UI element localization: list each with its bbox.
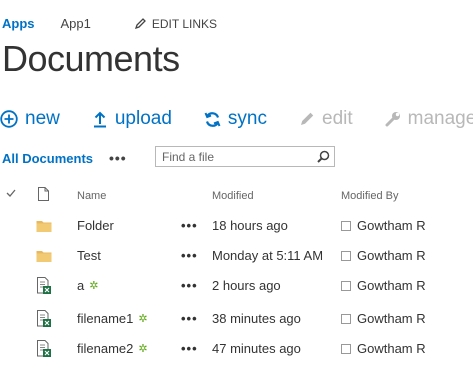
item-modified: 2 hours ago	[212, 278, 281, 293]
new-item-icon: ✲	[89, 280, 99, 292]
apps-link[interactable]: Apps	[2, 16, 35, 31]
list-header: Name Modified Modified By	[0, 187, 473, 204]
modified-by-name[interactable]: Gowtham R	[357, 276, 426, 296]
table-row[interactable]: filename1 ✲ ••• 38 minutes ago Gowtham R	[0, 309, 473, 339]
presence-indicator	[341, 314, 351, 324]
all-documents-view[interactable]: All Documents	[2, 151, 93, 166]
item-menu-button[interactable]: •••	[181, 246, 198, 266]
item-modified-by[interactable]: Gowtham R	[341, 246, 426, 266]
upload-button[interactable]: upload	[92, 108, 172, 130]
presence-indicator	[341, 344, 351, 354]
presence-indicator	[341, 221, 351, 231]
new-item-icon: ✲	[138, 343, 148, 355]
column-header-modified[interactable]: Modified	[212, 190, 254, 202]
presence-indicator	[341, 251, 351, 261]
modified-by-name[interactable]: Gowtham R	[357, 246, 426, 266]
item-menu-button[interactable]: •••	[181, 276, 198, 296]
item-modified: 38 minutes ago	[212, 311, 301, 326]
item-name-text[interactable]: filename1	[77, 309, 133, 329]
item-menu-button[interactable]: •••	[181, 309, 198, 329]
item-modified-by[interactable]: Gowtham R	[341, 309, 426, 329]
new-label: new	[25, 108, 60, 129]
table-row[interactable]: Test ••• Monday at 5:11 AM Gowtham R	[0, 246, 473, 276]
app1-link[interactable]: App1	[61, 16, 91, 31]
table-row[interactable]: a ✲ ••• 2 hours ago Gowtham R	[0, 276, 473, 306]
sync-icon	[204, 111, 221, 127]
command-bar: new upload sync edit manage	[0, 108, 473, 130]
document-file-icon	[36, 276, 52, 302]
view-selector-row: All Documents ••• Find a file	[2, 146, 472, 170]
new-button[interactable]: new	[0, 108, 60, 130]
presence-indicator	[341, 281, 351, 291]
edit-button[interactable]: edit	[299, 108, 353, 130]
upload-label: upload	[114, 108, 172, 129]
item-menu-button[interactable]: •••	[181, 216, 198, 236]
item-menu-button[interactable]: •••	[181, 339, 198, 359]
table-row[interactable]: filename2 ✲ ••• 47 minutes ago Gowtham R	[0, 339, 473, 369]
item-modified: 47 minutes ago	[212, 341, 301, 356]
item-modified-by[interactable]: Gowtham R	[341, 339, 426, 359]
page-title: Documents	[2, 38, 180, 79]
edit-label: edit	[322, 108, 353, 129]
document-type-icon	[38, 187, 49, 204]
modified-by-name[interactable]: Gowtham R	[357, 309, 426, 329]
upload-icon	[93, 111, 106, 128]
plus-circle-icon	[0, 110, 18, 128]
document-file-icon	[36, 309, 52, 335]
new-item-icon: ✲	[138, 313, 148, 325]
view-more-button[interactable]: •••	[109, 150, 127, 166]
item-modified: Monday at 5:11 AM	[212, 248, 324, 263]
search-icon[interactable]	[312, 150, 334, 163]
sync-button[interactable]: sync	[204, 108, 267, 130]
column-header-modified-by[interactable]: Modified By	[341, 190, 398, 202]
manage-button[interactable]: manage	[385, 108, 473, 130]
item-name-text[interactable]: filename2	[77, 339, 133, 359]
folder-icon	[36, 246, 52, 272]
manage-label: manage	[407, 108, 473, 129]
edit-links-label: EDIT LINKS	[151, 16, 218, 31]
item-modified-by[interactable]: Gowtham R	[341, 216, 426, 236]
sync-label: sync	[227, 108, 267, 129]
item-name[interactable]: Test	[77, 246, 101, 266]
table-row[interactable]: Folder ••• 18 hours ago Gowtham R	[0, 216, 473, 246]
edit-links-button[interactable]: EDIT LINKS	[134, 16, 218, 31]
modified-by-name[interactable]: Gowtham R	[357, 339, 426, 359]
item-name-text[interactable]: a	[77, 276, 84, 296]
item-name[interactable]: filename2 ✲	[77, 339, 148, 359]
column-header-name[interactable]: Name	[77, 190, 106, 202]
item-name[interactable]: Folder	[77, 216, 114, 236]
search-input[interactable]: Find a file	[156, 150, 312, 164]
item-name[interactable]: filename1 ✲	[77, 309, 148, 329]
pencil-icon	[134, 18, 146, 29]
item-modified: 18 hours ago	[212, 218, 288, 233]
wrench-icon	[385, 112, 400, 127]
folder-icon	[36, 216, 52, 242]
modified-by-name[interactable]: Gowtham R	[357, 216, 426, 236]
search-box[interactable]: Find a file	[155, 146, 335, 167]
checkmark-icon[interactable]	[6, 188, 16, 201]
item-modified-by[interactable]: Gowtham R	[341, 276, 426, 296]
top-navigation: Apps App1 EDIT LINKS	[2, 16, 217, 31]
document-file-icon	[36, 339, 52, 365]
item-name[interactable]: a ✲	[77, 276, 98, 296]
pencil-icon	[301, 112, 314, 125]
